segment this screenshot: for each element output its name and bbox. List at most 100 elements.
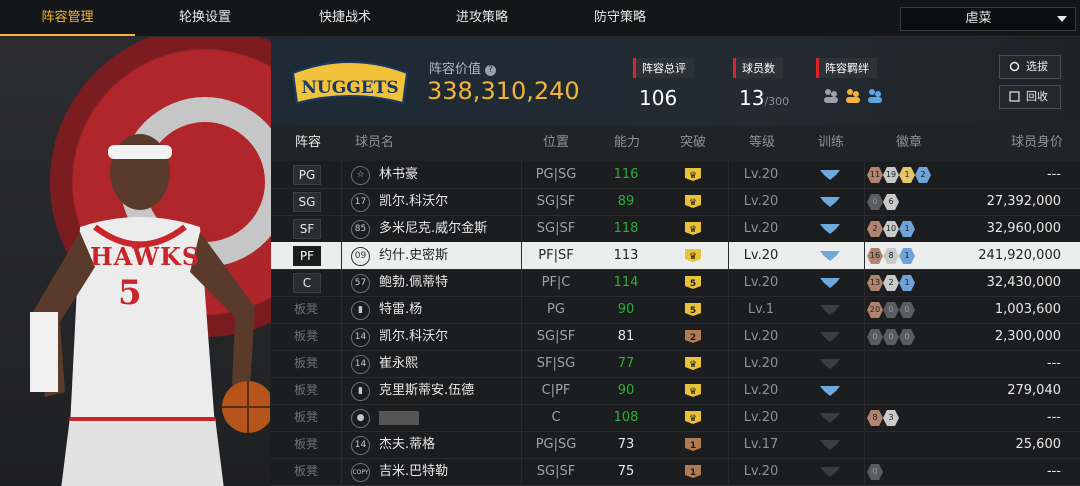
jersey-number: 14 bbox=[351, 436, 370, 455]
col-breakthrough[interactable]: 突破 bbox=[680, 125, 706, 161]
tab-rotation[interactable]: 轮换设置 bbox=[135, 0, 275, 36]
tab-lineup[interactable]: 阵容管理 bbox=[0, 0, 135, 36]
badge-icon: 0 bbox=[867, 194, 883, 210]
slot-label: PF bbox=[293, 246, 321, 266]
training-icon[interactable] bbox=[819, 167, 841, 182]
col-slot[interactable]: 阵容 bbox=[295, 125, 321, 161]
blurred-player-name[interactable] bbox=[379, 411, 419, 425]
training-icon[interactable] bbox=[819, 221, 841, 236]
player-value: 32,960,000 bbox=[986, 221, 1061, 236]
player-position: PF|C bbox=[541, 275, 571, 290]
table-row[interactable]: PF 09 约什.史密斯 PF|SF 113 ♛ Lv.20 16 8 1 241,920,000 bbox=[271, 242, 1080, 270]
badges-group[interactable]: 13 2 1 bbox=[867, 274, 915, 291]
training-icon[interactable] bbox=[819, 248, 841, 263]
training-icon[interactable] bbox=[819, 437, 841, 452]
training-icon[interactable] bbox=[819, 302, 841, 317]
table-row[interactable]: SG 17 凯尔.科沃尔 SG|SF 89 ♛ Lv.20 0 6 27,392,000 bbox=[271, 188, 1080, 216]
badges-group[interactable]: 16 8 1 bbox=[867, 247, 915, 264]
lineup-dropdown[interactable]: 虐菜 bbox=[900, 7, 1076, 31]
badge-icon: 10 bbox=[883, 221, 899, 237]
slot-label: 板凳 bbox=[293, 329, 318, 343]
col-name[interactable]: 球员名 bbox=[355, 125, 394, 161]
table-row[interactable]: PG ☆ 林书豪 PG|SG 116 ♛ Lv.20 11 19 1 2 --- bbox=[271, 161, 1080, 189]
svg-text:1: 1 bbox=[690, 441, 696, 451]
player-name[interactable]: 杰夫.蒂格 bbox=[379, 431, 435, 458]
select-button[interactable]: 选拔 bbox=[999, 55, 1061, 79]
player-rating: 116 bbox=[613, 167, 639, 182]
svg-text:5: 5 bbox=[690, 306, 696, 316]
player-name[interactable]: 凯尔.科沃尔 bbox=[379, 188, 448, 215]
training-icon[interactable] bbox=[819, 275, 841, 290]
training-icon[interactable] bbox=[819, 464, 841, 479]
badges-group[interactable]: 06 bbox=[867, 193, 899, 210]
player-value: 241,920,000 bbox=[978, 248, 1061, 263]
recycle-button[interactable]: 回收 bbox=[999, 85, 1061, 109]
badges-group[interactable]: 000 bbox=[867, 328, 915, 345]
divider bbox=[864, 161, 865, 486]
badges-group[interactable]: 2 10 1 bbox=[867, 220, 915, 237]
training-icon[interactable] bbox=[819, 383, 841, 398]
table-row[interactable]: 板凳 COPY 吉米.巴特勒 SG|SF 75 1 Lv.20 0 --- bbox=[271, 458, 1080, 486]
player-name[interactable]: 多米尼克.威尔金斯 bbox=[379, 215, 487, 242]
col-rating[interactable]: 能力 bbox=[614, 125, 640, 161]
overall-value: 106 bbox=[639, 86, 678, 110]
player-rating: 108 bbox=[613, 410, 639, 425]
table-row[interactable]: SF 85 多米尼克.威尔金斯 SG|SF 118 ♛ Lv.20 2 10 1 32,960,00… bbox=[271, 215, 1080, 243]
team-value: 338,310,240 bbox=[427, 77, 580, 105]
overall-label: 阵容总评 bbox=[633, 58, 694, 78]
col-position[interactable]: 位置 bbox=[543, 125, 569, 161]
training-icon[interactable] bbox=[819, 356, 841, 371]
table-row[interactable]: 板凳 14 凯尔.科沃尔 SG|SF 81 2 Lv.20 0 0 0 2,300,000 bbox=[271, 323, 1080, 351]
player-name[interactable]: 崔永熙 bbox=[379, 350, 418, 377]
chevron-down-icon bbox=[1057, 16, 1067, 22]
player-name[interactable]: 克里斯蒂安.伍德 bbox=[379, 377, 474, 404]
crown-icon: ♛ bbox=[684, 356, 702, 371]
player-position: PG|SG bbox=[535, 167, 577, 182]
crown-icon: ♛ bbox=[684, 248, 702, 263]
player-name[interactable]: 约什.史密斯 bbox=[379, 242, 448, 269]
training-icon[interactable] bbox=[819, 410, 841, 425]
training-icon[interactable] bbox=[819, 329, 841, 344]
badge-icon: 2 bbox=[867, 221, 883, 237]
col-training[interactable]: 训练 bbox=[818, 125, 844, 161]
breakthrough-badge: 1 bbox=[684, 437, 702, 452]
chemistry-stat: 阵容羁绊 bbox=[816, 57, 888, 110]
divider bbox=[521, 161, 522, 486]
player-name[interactable]: 特雷.杨 bbox=[379, 296, 422, 323]
training-icon[interactable] bbox=[819, 194, 841, 209]
player-name[interactable]: 吉米.巴特勒 bbox=[379, 458, 448, 485]
badge-icon: 1 bbox=[899, 167, 915, 183]
table-row[interactable]: 板凳 14 杰夫.蒂格 PG|SG 73 1 Lv.17 25,600 bbox=[271, 431, 1080, 459]
chemistry-icons[interactable] bbox=[822, 86, 888, 110]
table-row[interactable]: 板凳 ▮ 特雷.杨 PG 90 5 Lv.1 20 0 0 1,003,600 bbox=[271, 296, 1080, 324]
players-value: 13/300 bbox=[739, 86, 789, 110]
badges-group[interactable]: 20 0 0 bbox=[867, 301, 915, 318]
tab-quick-tactics[interactable]: 快捷战术 bbox=[275, 0, 415, 36]
svg-text:5: 5 bbox=[690, 279, 696, 289]
col-value[interactable]: 球员身价 bbox=[1011, 125, 1063, 161]
player-level: Lv.20 bbox=[743, 356, 779, 371]
table-row[interactable]: 板凳 ● C 108 ♛ Lv.20 8 3 --- bbox=[271, 404, 1080, 432]
table-row[interactable]: C 57 鲍勃.佩蒂特 PF|C 114 5 Lv.20 13 2 1 32,430,000 bbox=[271, 269, 1080, 297]
tab-defense[interactable]: 防守策略 bbox=[550, 0, 690, 36]
slot-label: SF bbox=[293, 219, 321, 239]
table-row[interactable]: 板凳 ▮ 克里斯蒂安.伍德 C|PF 90 ♛ Lv.20 279,040 bbox=[271, 377, 1080, 405]
tab-offense[interactable]: 进攻策略 bbox=[412, 0, 552, 36]
help-icon[interactable]: ? bbox=[485, 65, 497, 76]
player-level: Lv.20 bbox=[743, 194, 779, 209]
svg-text:1: 1 bbox=[690, 468, 696, 478]
recycle-button-label: 回收 bbox=[1026, 90, 1048, 103]
player-name[interactable]: 林书豪 bbox=[379, 161, 418, 188]
players-stat: 球员数 13/300 bbox=[733, 57, 789, 110]
player-name[interactable]: 鲍勃.佩蒂特 bbox=[379, 269, 448, 296]
badges-group[interactable]: 83 bbox=[867, 409, 899, 426]
player-name[interactable]: 凯尔.科沃尔 bbox=[379, 323, 448, 350]
badges-group[interactable]: 0 bbox=[867, 463, 883, 480]
slot-label: 板凳 bbox=[293, 383, 318, 397]
player-position: PF|SF bbox=[538, 248, 574, 263]
col-level[interactable]: 等级 bbox=[749, 125, 775, 161]
col-badges[interactable]: 徽章 bbox=[896, 125, 922, 161]
divider bbox=[341, 161, 342, 486]
table-row[interactable]: 板凳 14 崔永熙 SF|SG 77 ♛ Lv.20 --- bbox=[271, 350, 1080, 378]
player-position: SG|SF bbox=[536, 329, 576, 344]
